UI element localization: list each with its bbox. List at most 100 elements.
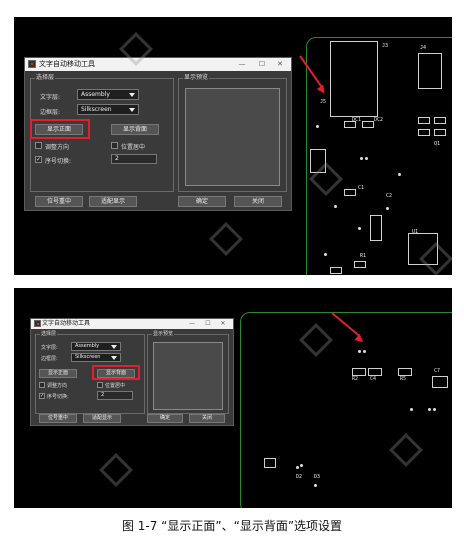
pcb-board-outline	[240, 312, 452, 508]
edge-layer-select[interactable]: Silkscreen	[71, 353, 121, 362]
edge-layer-value: Silkscreen	[75, 354, 101, 360]
seq-recenter-button[interactable]: 位号重中	[35, 196, 83, 207]
seq-switch-checkbox[interactable]: ✓	[39, 393, 45, 399]
pcb-label: DC1	[352, 117, 362, 123]
text-layer-select[interactable]: Assembly	[71, 342, 121, 351]
pcb-label: DC2	[374, 117, 384, 123]
pcb-label: R1	[360, 253, 367, 259]
pcb-component	[418, 129, 430, 136]
pcb-label: R2	[352, 376, 359, 382]
close-button[interactable]: 关闭	[189, 414, 225, 423]
dialog-titlebar[interactable]: 文字自动移动工具 — ☐ ✕	[25, 58, 291, 71]
pcb-pad	[398, 173, 401, 176]
pcb-label: D2	[296, 474, 303, 480]
maximize-icon[interactable]: ☐	[201, 319, 215, 329]
pcb-pad	[410, 408, 413, 411]
pcb-pad	[358, 227, 361, 230]
edge-layer-value: Silkscreen	[81, 106, 112, 113]
pcb-label: C1	[358, 185, 365, 191]
front-button-highlight	[30, 119, 90, 139]
pcb-pad	[428, 408, 431, 411]
match-display-button[interactable]: 适配显示	[83, 414, 121, 423]
pcb-component	[330, 41, 378, 117]
seq-recenter-button[interactable]: 位号重中	[39, 414, 77, 423]
minimize-icon[interactable]: —	[235, 58, 249, 71]
chevron-down-icon	[111, 345, 117, 349]
pcb-component	[370, 215, 382, 241]
center-position-checkbox[interactable]	[97, 382, 103, 388]
pcb-label: J5	[320, 99, 327, 105]
pcb-pad	[334, 205, 337, 208]
pcb-label: C2	[386, 193, 393, 199]
match-display-button[interactable]: 适配显示	[89, 196, 137, 207]
close-icon[interactable]: ✕	[273, 58, 287, 71]
pcb-component	[264, 458, 276, 468]
edge-layer-select[interactable]: Silkscreen	[77, 104, 139, 115]
pcb-pad	[324, 253, 327, 256]
seq-switch-checkbox[interactable]: ✓	[35, 156, 42, 163]
pcb-component	[352, 368, 366, 376]
pcb-label: J3	[382, 43, 389, 49]
center-position-label: 位置居中	[105, 383, 126, 389]
screenshot-back: R2 C4 R5 C7 D2 D3 文字自动移动工具 — ☐ ✕ 选择层 文字层…	[14, 288, 452, 508]
pcb-pad	[386, 207, 389, 210]
select-layer-group-label: 选择层	[35, 74, 56, 82]
text-layer-label: 文字层:	[41, 345, 58, 351]
adjust-direction-label: 调整方向	[45, 144, 70, 151]
app-icon	[34, 320, 41, 327]
pcb-pad	[296, 466, 299, 469]
edge-layer-label: 边框层:	[40, 109, 61, 116]
pcb-pad	[358, 350, 361, 353]
select-layer-group-label: 选择层	[40, 330, 58, 338]
adjust-direction-checkbox[interactable]	[39, 382, 45, 388]
pcb-pad	[365, 157, 368, 160]
seq-switch-label: 序号切换:	[47, 394, 69, 400]
center-position-checkbox[interactable]	[111, 142, 118, 149]
watermark-logo	[99, 453, 133, 487]
seq-switch-label: 序号切换:	[45, 158, 72, 165]
pcb-component	[434, 117, 446, 124]
pcb-component	[344, 189, 356, 196]
pcb-pad	[314, 484, 317, 487]
app-icon	[28, 60, 36, 68]
dialog-title: 文字自动移动工具	[42, 320, 91, 327]
close-icon[interactable]: ✕	[216, 319, 230, 329]
pcb-component	[434, 129, 446, 136]
show-front-button[interactable]: 显示正面	[39, 369, 77, 378]
chevron-down-icon	[129, 93, 135, 97]
pcb-pad	[300, 464, 303, 467]
preview-area	[153, 342, 223, 410]
pcb-component	[354, 261, 366, 268]
pcb-label: U1	[412, 229, 419, 235]
figure-caption: 图 1-7 “显示正面”、“显示背面”选项设置	[121, 519, 343, 533]
adjust-direction-checkbox[interactable]	[35, 142, 42, 149]
center-position-label: 位置居中	[121, 144, 146, 151]
pcb-component	[418, 117, 430, 124]
maximize-icon[interactable]: ☐	[255, 58, 269, 71]
screenshot-front: J5 J3 J4 DC1 DC2 Q1 C1 U1 R1 C2 文字自动移动工具…	[14, 17, 452, 275]
pcb-label: Q1	[434, 141, 441, 147]
chevron-down-icon	[111, 356, 117, 360]
pcb-component	[330, 267, 342, 274]
preview-area	[185, 88, 280, 186]
preview-group-label: 显示预览	[183, 74, 210, 82]
dialog-titlebar[interactable]: 文字自动移动工具 — ☐ ✕	[31, 319, 233, 329]
dialog-title: 文字自动移动工具	[39, 60, 95, 68]
minimize-icon[interactable]: —	[185, 319, 199, 329]
text-layer-label: 文字层:	[40, 94, 61, 101]
pcb-label: R5	[400, 376, 407, 382]
pcb-label: C4	[370, 376, 377, 382]
text-layer-select[interactable]: Assembly	[77, 89, 139, 100]
pcb-label: D3	[314, 474, 321, 480]
close-button[interactable]: 关闭	[234, 196, 282, 207]
pcb-component	[362, 121, 374, 128]
seq-number-input[interactable]: 2	[97, 391, 133, 400]
text-layer-value: Assembly	[81, 91, 110, 98]
seq-number-input[interactable]: 2	[111, 154, 157, 164]
show-back-button[interactable]: 显示背面	[111, 124, 159, 135]
pcb-label: J4	[420, 45, 427, 51]
confirm-button[interactable]: 确定	[147, 414, 183, 423]
confirm-button[interactable]: 确定	[178, 196, 226, 207]
pcb-label: C7	[434, 368, 441, 374]
pcb-pad	[316, 125, 319, 128]
